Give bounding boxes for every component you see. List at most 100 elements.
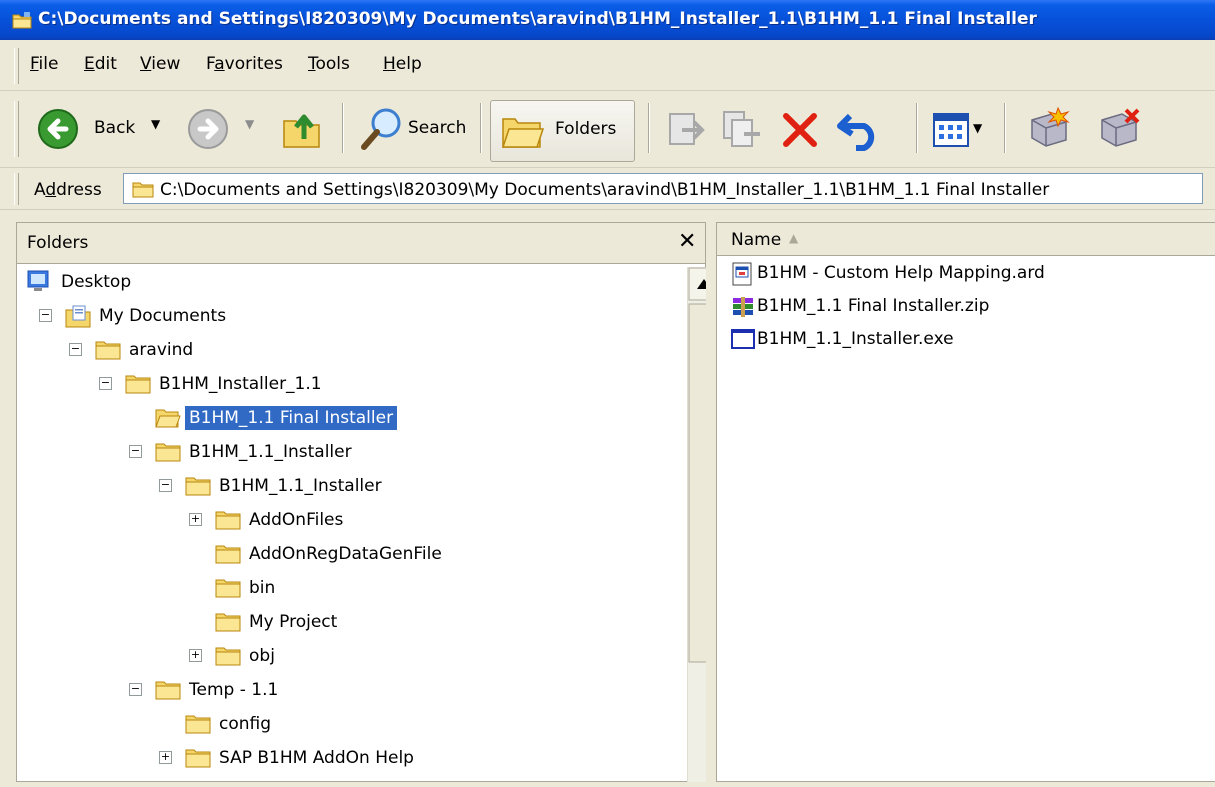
back-arrow-icon [38, 109, 78, 149]
copy-to-button[interactable] [720, 108, 764, 152]
ard-file-icon [731, 262, 753, 290]
tree-item-label: B1HM_Installer_1.1 [159, 374, 322, 394]
menu-help[interactable]: Help [383, 54, 422, 74]
search-label[interactable]: Search [408, 118, 466, 138]
tree-item[interactable]: − My Documents [17, 301, 667, 333]
address-input[interactable]: C:\Documents and Settings\I820309\My Doc… [123, 173, 1203, 204]
folders-pane-title: Folders [27, 233, 89, 253]
expand-plus-icon[interactable]: + [189, 513, 202, 526]
collapse-minus-icon[interactable]: − [159, 479, 172, 492]
tree-item-label: My Documents [99, 306, 227, 326]
files-pane: Name ▲ B1HM - Custom Help Mapping.ard B1H… [716, 222, 1215, 782]
views-icon [933, 113, 969, 147]
folder-icon [215, 542, 241, 568]
tree-item-label: Temp - 1.1 [189, 680, 279, 700]
tree-item[interactable]: + obj [17, 641, 667, 673]
search-button[interactable] [358, 105, 406, 153]
tree-item-label: B1HM_1.1_Installer [189, 442, 352, 462]
copy-to-icon [723, 111, 760, 147]
tree-item-label: bin [249, 578, 276, 598]
views-button[interactable] [932, 110, 972, 150]
tree-item[interactable]: B1HM_1.1 Final Installer [17, 403, 667, 435]
my-documents-icon [65, 304, 91, 332]
column-header-name[interactable]: Name [731, 230, 781, 250]
folders-pane-header: Folders ✕ [17, 223, 705, 264]
collapse-minus-icon[interactable]: − [69, 343, 82, 356]
tree-item[interactable]: + AddOnFiles [17, 505, 667, 537]
tree-item-label: config [219, 714, 272, 734]
undo-button[interactable] [836, 108, 884, 152]
window-title: C:\Documents and Settings\I820309\My Doc… [38, 9, 1037, 29]
collapse-minus-icon[interactable]: − [99, 377, 112, 390]
close-icon[interactable]: ✕ [678, 229, 696, 254]
folders-label: Folders [555, 119, 617, 139]
folder-icon [155, 440, 181, 466]
folder-icon [215, 610, 241, 636]
sort-ascending-icon: ▲ [789, 231, 799, 245]
folders-button[interactable]: Folders [490, 100, 635, 162]
pane-splitter[interactable] [706, 222, 716, 782]
collapse-minus-icon[interactable]: − [129, 683, 142, 696]
file-item[interactable]: B1HM - Custom Help Mapping.ard [731, 261, 1201, 289]
folder-icon [215, 576, 241, 602]
title-bar[interactable]: C:\Documents and Settings\I820309\My Doc… [0, 0, 1215, 40]
tree-item-label: B1HM_1.1_Installer [219, 476, 382, 496]
expand-plus-icon[interactable]: + [189, 649, 202, 662]
folders-icon [501, 111, 545, 155]
views-dropdown-icon[interactable]: ▼ [973, 121, 982, 135]
menu-view[interactable]: View [140, 54, 180, 74]
back-dropdown-icon[interactable]: ▼ [151, 117, 160, 131]
tree-item-label: B1HM_1.1 Final Installer [185, 406, 398, 430]
toolbar-separator [1004, 103, 1006, 153]
tree-item[interactable]: Desktop [17, 267, 667, 299]
delete-x-icon [783, 113, 817, 147]
folder-icon [215, 508, 241, 534]
tree-item[interactable]: AddOnRegDataGenFile [17, 539, 667, 571]
tree-item[interactable]: − aravind [17, 335, 667, 367]
menu-favorites[interactable]: Favorites [206, 54, 283, 74]
desktop-icon [27, 270, 49, 296]
move-to-button[interactable] [664, 108, 708, 152]
vertical-scrollbar[interactable] [687, 267, 720, 782]
address-bar: Address C:\Documents and Settings\I82030… [0, 168, 1215, 210]
tree-item-label: Desktop [61, 272, 132, 292]
tree-item[interactable]: + SAP B1HM AddOn Help [17, 743, 667, 775]
file-item[interactable]: B1HM_1.1 Final Installer.zip [731, 294, 1201, 322]
file-item[interactable]: B1HM_1.1_Installer.exe [731, 327, 1201, 355]
folder-icon [185, 712, 211, 738]
winrar-archive-icon [731, 295, 755, 323]
tree-item[interactable]: − B1HM_1.1_Installer [17, 471, 667, 503]
expand-plus-icon[interactable]: + [159, 751, 172, 764]
tree-item[interactable]: − Temp - 1.1 [17, 675, 667, 707]
toolbar-grip [14, 101, 19, 157]
tree-item[interactable]: My Project [17, 607, 667, 639]
back-button[interactable] [36, 107, 86, 151]
menu-tools[interactable]: Tools [308, 54, 350, 74]
map-drive-button[interactable] [1026, 106, 1072, 152]
menu-edit[interactable]: Edit [84, 54, 117, 74]
up-folder-button[interactable] [278, 105, 326, 153]
forward-dropdown-icon[interactable]: ▼ [245, 117, 254, 131]
menu-file[interactable]: File [30, 54, 58, 74]
tree-item[interactable]: config [17, 709, 667, 741]
collapse-minus-icon[interactable]: − [129, 445, 142, 458]
file-item-label: B1HM_1.1_Installer.exe [757, 329, 954, 349]
tree-item[interactable]: bin [17, 573, 667, 605]
folder-icon [95, 338, 121, 364]
delete-button[interactable] [778, 108, 822, 152]
disconnect-drive-button[interactable] [1096, 106, 1142, 152]
back-label[interactable]: Back [94, 118, 135, 138]
tree-item-label: My Project [249, 612, 338, 632]
tree-item[interactable]: − B1HM_1.1_Installer [17, 437, 667, 469]
forward-button[interactable] [186, 107, 230, 151]
toolbar-separator [342, 103, 344, 153]
tree-item[interactable]: − B1HM_Installer_1.1 [17, 369, 667, 401]
menu-bar: File Edit View Favorites Tools Help [0, 40, 1215, 91]
move-to-icon [669, 113, 705, 145]
folder-icon [215, 644, 241, 670]
folder-tree: Desktop − My Documents − aravind − B1HM_Instal… [17, 267, 667, 787]
collapse-minus-icon[interactable]: − [39, 309, 52, 322]
tree-item-label: aravind [129, 340, 194, 360]
address-value: C:\Documents and Settings\I820309\My Doc… [160, 180, 1050, 200]
disconnect-drive-icon [1101, 108, 1140, 147]
